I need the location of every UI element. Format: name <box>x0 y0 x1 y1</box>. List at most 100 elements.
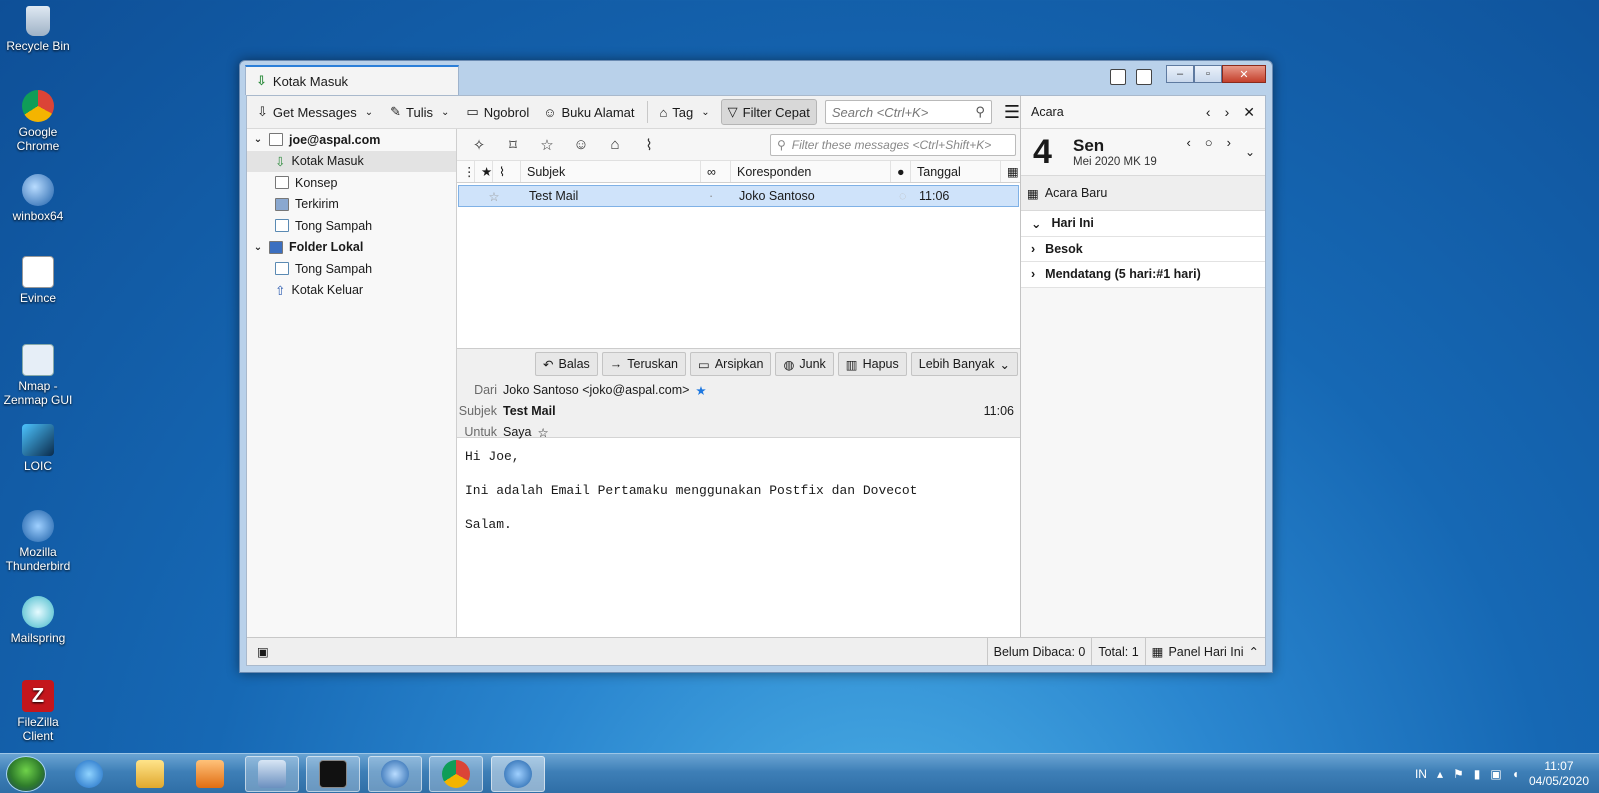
desktop-icon-evince[interactable]: Evince <box>2 256 74 305</box>
chevron-left-icon[interactable]: ‹ <box>1206 104 1211 121</box>
chevron-down-icon[interactable]: ⌄ <box>362 107 376 118</box>
clock-time: 11:07 <box>1544 759 1574 773</box>
thread-column-icon[interactable]: ⋮ <box>457 161 476 182</box>
star-icon[interactable]: ☆ <box>459 189 523 204</box>
folder-pane: ⌄ joe@aspal.com ⇩ Kotak Masuk Konsep Ter… <box>247 129 457 637</box>
column-correspondent[interactable]: Koresponden <box>731 161 891 182</box>
chevron-left-icon[interactable]: ‹ <box>1186 135 1190 150</box>
tab-inbox[interactable]: ⇩ Kotak Masuk <box>245 65 459 95</box>
junk-column-icon[interactable]: ● <box>891 161 911 182</box>
desktop-icon-winbox[interactable]: winbox64 <box>2 174 74 223</box>
tag-button[interactable]: ⌂ Tag ⌄ <box>653 99 718 125</box>
taskbar-thunderbird[interactable] <box>491 756 545 792</box>
folder-trash[interactable]: Tong Sampah <box>247 215 456 237</box>
read-column-icon[interactable]: ∞ <box>701 161 731 182</box>
junk-button[interactable]: ◍ Junk <box>775 352 834 376</box>
column-subject[interactable]: Subjek <box>521 161 701 182</box>
section-upcoming[interactable]: › Mendatang (5 hari:#1 hari) <box>1021 262 1265 288</box>
app-menu-button[interactable]: ☰ <box>1004 102 1020 123</box>
chevron-down-icon[interactable]: ⌄ <box>438 107 452 118</box>
column-picker-icon[interactable]: ▦ <box>1001 161 1019 182</box>
close-icon[interactable]: ✕ <box>1243 104 1255 121</box>
folder-local-trash[interactable]: Tong Sampah <box>247 258 456 280</box>
address-book-button[interactable]: ☺ Buku Alamat <box>537 99 640 125</box>
starred-filter-icon[interactable]: ☆ <box>533 133 561 157</box>
search-input[interactable]: Search <Ctrl+K> ⚲ <box>824 100 992 124</box>
account-row[interactable]: ⌄ joe@aspal.com <box>247 129 456 151</box>
chat-button[interactable]: ▭ Ngobrol <box>460 99 535 125</box>
new-event-button[interactable]: ▦ Acara Baru <box>1021 176 1265 211</box>
desktop-icon-filezilla[interactable]: Z FileZilla Client <box>2 680 74 743</box>
taskbar-cmd[interactable] <box>306 756 360 792</box>
taskbar-winbox[interactable] <box>368 756 422 792</box>
chevron-down-icon[interactable]: ⌄ <box>253 134 263 145</box>
taskbar-media-player[interactable] <box>183 756 237 792</box>
volume-icon[interactable]: ◖ <box>1512 767 1519 781</box>
chevron-right-icon[interactable]: › <box>1227 135 1231 150</box>
chevron-right-icon[interactable]: › <box>1225 104 1230 121</box>
contact-star-icon[interactable]: ★ <box>695 383 706 398</box>
read-status-icon[interactable]: · <box>703 189 733 203</box>
pencil-icon: ✎ <box>390 104 402 119</box>
delete-button[interactable]: ▥ Hapus <box>837 352 907 376</box>
chevron-down-icon[interactable]: ⌄ <box>1245 145 1255 159</box>
unread-filter-icon[interactable]: ⌑ <box>499 133 527 157</box>
filter-messages-input[interactable]: ⚲ Filter these messages <Ctrl+Shift+K> <box>770 133 1016 156</box>
desktop-icon-nmap[interactable]: Nmap - Zenmap GUI <box>2 344 74 407</box>
star-icon[interactable]: ☆ <box>538 425 549 440</box>
archive-button[interactable]: ▭ Arsipkan <box>690 352 772 376</box>
get-messages-button[interactable]: ⇩ Get Messages ⌄ <box>251 99 382 125</box>
folder-sent[interactable]: Terkirim <box>247 194 456 216</box>
today-panel-toggle[interactable]: ▦ Panel Hari Ini ⌃ <box>1144 638 1265 665</box>
search-placeholder: Search <Ctrl+K> <box>831 104 929 120</box>
tag-filter-icon[interactable]: ⌂ <box>601 133 629 157</box>
section-today[interactable]: ⌄ Hari Ini <box>1021 211 1265 237</box>
today-dot-icon[interactable]: ○ <box>1205 135 1213 150</box>
taskbar-ie[interactable] <box>62 756 116 792</box>
desktop-icon-recycle-bin[interactable]: Recycle Bin <box>2 6 74 53</box>
quick-filter-button[interactable]: ▽ Filter Cepat <box>720 99 817 125</box>
column-date[interactable]: Tanggal <box>911 161 1001 182</box>
tasks-tab-icon[interactable] <box>1136 69 1152 85</box>
folder-drafts[interactable]: Konsep <box>247 172 456 194</box>
maximize-button[interactable]: ▫ <box>1194 65 1222 83</box>
start-button[interactable] <box>6 756 46 792</box>
write-button[interactable]: ✎ Tulis ⌄ <box>384 99 458 125</box>
to-value[interactable]: Saya <box>503 425 532 440</box>
attachment-column-icon[interactable]: ⌇ <box>493 161 521 182</box>
local-folders-row[interactable]: ⌄ Folder Lokal <box>247 237 456 259</box>
folder-outbox[interactable]: ⇧ Kotak Keluar <box>247 280 456 302</box>
action-center-icon[interactable]: ⚑ <box>1453 767 1464 781</box>
table-row[interactable]: ☆ Test Mail · Joko Santoso ◌ 11:06 <box>458 185 1019 207</box>
taskbar-network[interactable] <box>245 756 299 792</box>
chevron-up-icon[interactable]: ▴ <box>1437 767 1443 781</box>
clock[interactable]: 11:07 04/05/2020 <box>1529 759 1589 789</box>
forward-button[interactable]: → Teruskan <box>601 352 687 376</box>
online-status-icon[interactable]: ▣ <box>247 644 279 659</box>
close-button[interactable]: ✕ <box>1222 65 1266 83</box>
section-tomorrow[interactable]: › Besok <box>1021 236 1265 262</box>
network-tray-icon[interactable]: ▣ <box>1490 767 1501 781</box>
pin-icon[interactable]: ✧ <box>465 133 493 157</box>
star-column-icon[interactable]: ★ <box>475 161 493 182</box>
language-indicator[interactable]: IN <box>1415 767 1427 781</box>
desktop-icon-thunderbird[interactable]: Mozilla Thunderbird <box>2 510 74 573</box>
chevron-down-icon[interactable]: ⌄ <box>253 242 263 253</box>
attachment-filter-icon[interactable]: ⌇ <box>635 133 663 157</box>
reply-button[interactable]: ↶ Balas <box>535 352 598 376</box>
today-panel-label: Panel Hari Ini <box>1168 644 1244 659</box>
desktop-icon-loic[interactable]: LOIC <box>2 424 74 473</box>
calendar-tab-icon[interactable] <box>1110 69 1126 85</box>
status-bar: ▣ Belum Dibaca: 0 Total: 1 ▦ Panel Hari … <box>247 637 1265 665</box>
taskbar-explorer[interactable] <box>123 756 177 792</box>
contact-filter-icon[interactable]: ☺ <box>567 133 595 157</box>
minimize-button[interactable]: – <box>1166 65 1194 83</box>
from-value[interactable]: Joko Santoso <joko@aspal.com> <box>503 383 689 398</box>
junk-status-icon[interactable]: ◌ <box>893 189 913 203</box>
taskbar-chrome[interactable] <box>429 756 483 792</box>
folder-inbox[interactable]: ⇩ Kotak Masuk <box>247 150 456 172</box>
more-button[interactable]: Lebih Banyak ⌄ <box>910 352 1018 376</box>
battery-icon[interactable]: ▮ <box>1474 767 1481 781</box>
desktop-icon-chrome[interactable]: Google Chrome <box>2 90 74 153</box>
desktop-icon-mailspring[interactable]: Mailspring <box>2 596 74 645</box>
